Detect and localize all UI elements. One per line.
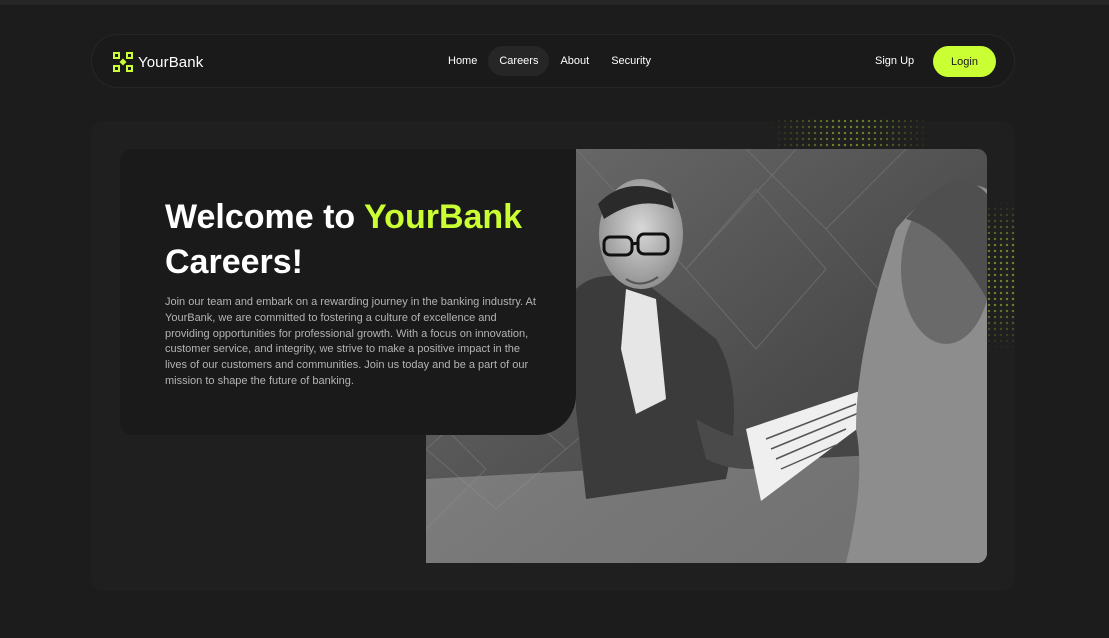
decorative-dots-top — [770, 118, 930, 150]
login-button[interactable]: Login — [933, 46, 996, 77]
logo-text: YourBank — [138, 53, 204, 71]
nav-home[interactable]: Home — [437, 46, 488, 76]
logo[interactable]: YourBank — [113, 52, 203, 72]
main-nav: Home Careers About Security — [437, 46, 662, 76]
hero-title-prefix: Welcome to — [165, 198, 365, 236]
hero-title-suffix: Careers! — [165, 243, 303, 281]
navbar: YourBank Home Careers About Security Sig… — [91, 34, 1015, 88]
hero-description: Join our team and embark on a rewarding … — [165, 296, 536, 387]
hero-text-card — [120, 149, 576, 435]
yourbank-logo-icon — [113, 52, 133, 72]
hero-title: Welcome to YourBank Careers! — [165, 195, 555, 285]
nav-careers[interactable]: Careers — [488, 46, 550, 76]
browser-top-strip — [0, 0, 1109, 5]
signup-link[interactable]: Sign Up — [875, 46, 914, 76]
decorative-dots-side — [986, 200, 1016, 350]
nav-security[interactable]: Security — [600, 46, 662, 76]
hero-title-highlight: YourBank — [364, 198, 523, 236]
nav-about[interactable]: About — [549, 46, 600, 76]
